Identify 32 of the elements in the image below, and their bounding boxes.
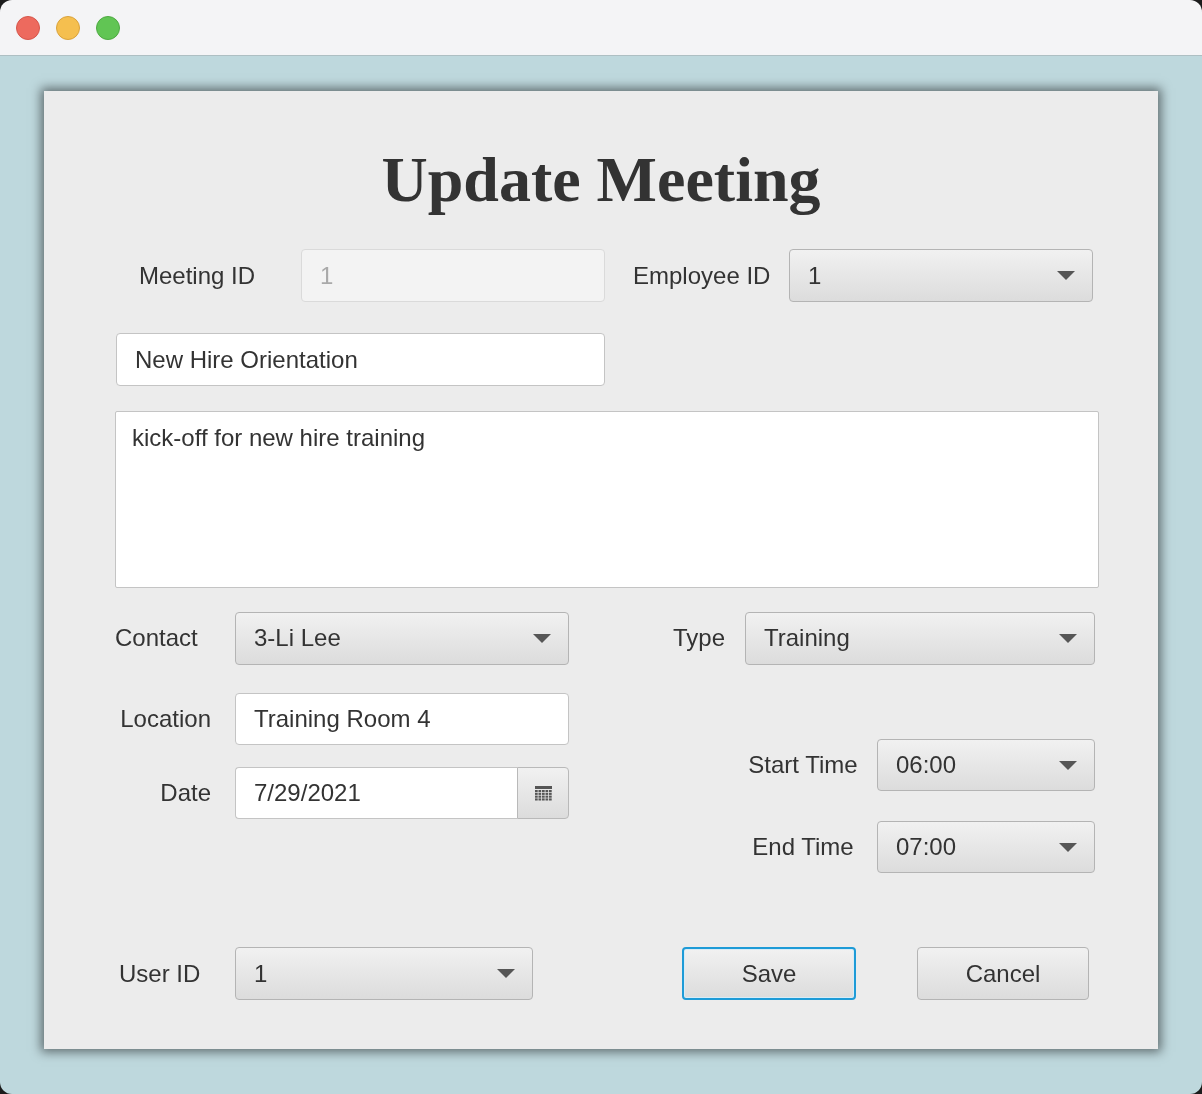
- end-time-label: End Time: [752, 833, 854, 861]
- save-button[interactable]: Save: [682, 947, 856, 1000]
- location-label: Location: [120, 705, 211, 733]
- contact-dropdown[interactable]: 3-Li Lee: [235, 611, 569, 665]
- text-field[interactable]: New Hire Orientation: [116, 333, 605, 386]
- user-id-label: User ID: [119, 959, 201, 988]
- end-time-dropdown[interactable]: 07:00: [877, 821, 1095, 873]
- calendar-button[interactable]: [517, 767, 569, 819]
- caret-icon: [533, 633, 551, 643]
- maximize-button[interactable]: [96, 15, 120, 40]
- close-button[interactable]: [16, 15, 40, 40]
- calendar-icon: [534, 785, 552, 801]
- caret-icon: [497, 969, 515, 978]
- location-field[interactable]: Training Room 4: [235, 693, 569, 745]
- start-time-label: Start Time: [748, 751, 858, 779]
- employee-id-dropdown[interactable]: 1: [789, 249, 1093, 302]
- text-area[interactable]: kick-off for new hire training: [115, 411, 1099, 588]
- caret-icon: [1059, 760, 1077, 770]
- contact-label: Contact: [115, 624, 198, 652]
- caret-icon: [1057, 271, 1075, 280]
- minimize-button[interactable]: [56, 15, 80, 40]
- caret-icon: [1059, 633, 1077, 643]
- meeting-id-label: Meeting ID: [139, 261, 256, 290]
- type-label: Type: [673, 624, 726, 652]
- caret-icon: [1059, 842, 1077, 852]
- date-field[interactable]: 7/29/2021: [235, 767, 517, 819]
- date-label: Date: [160, 779, 211, 807]
- employee-id-label: Employee ID: [633, 261, 771, 290]
- start-time-dropdown[interactable]: 06:00: [877, 739, 1095, 791]
- type-dropdown[interactable]: Training: [745, 611, 1095, 665]
- cancel-button[interactable]: Cancel: [917, 947, 1089, 1000]
- user-id-dropdown[interactable]: 1: [235, 947, 533, 1000]
